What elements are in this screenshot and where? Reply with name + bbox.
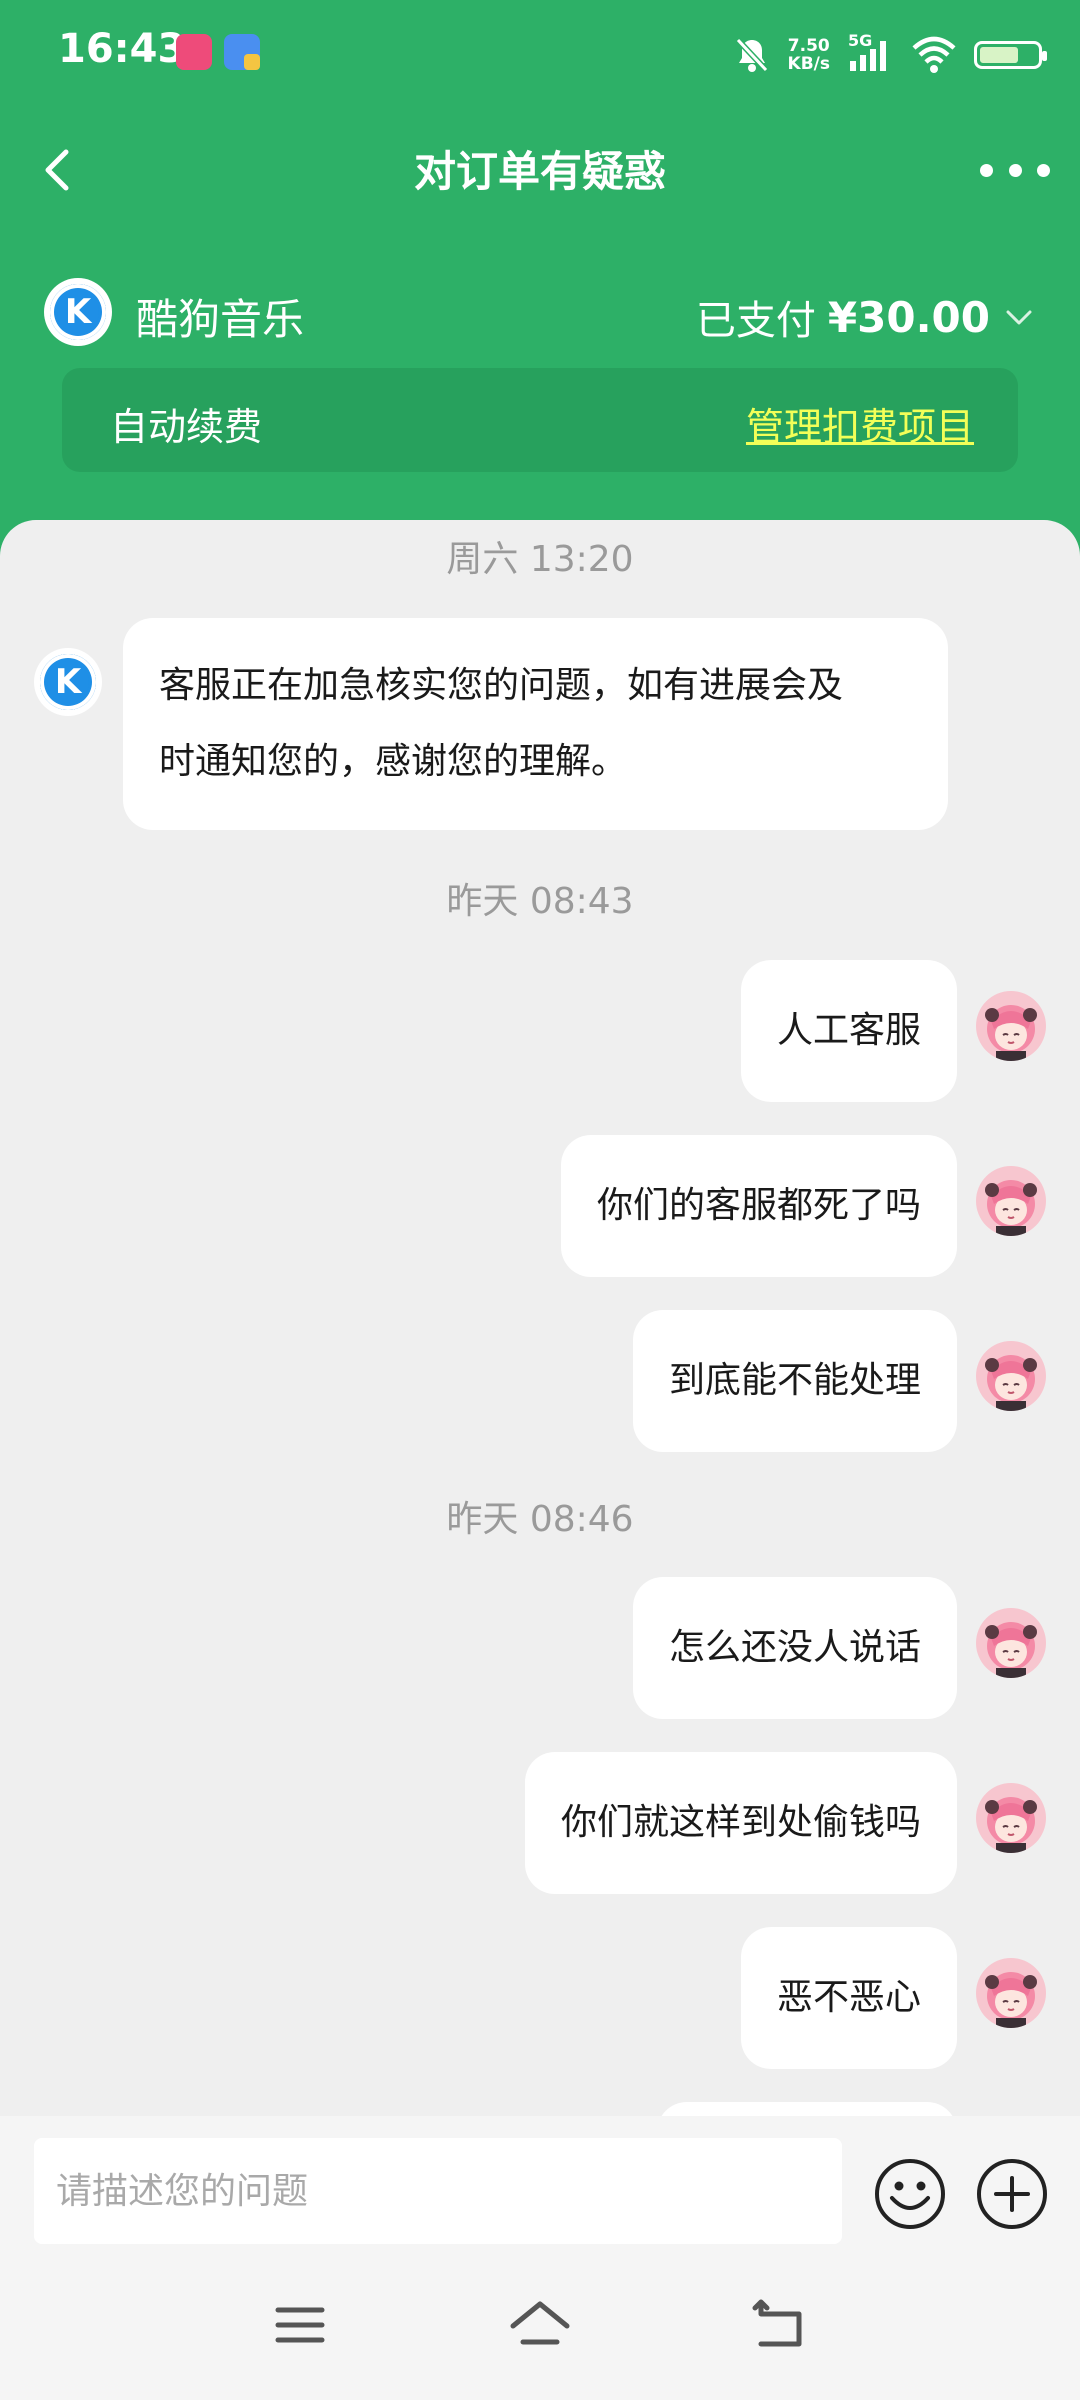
user-message-bubble: 人工客服 (740, 960, 957, 1102)
wifi-icon (912, 36, 956, 73)
app-notification-icon-pink (176, 34, 212, 70)
user-message-bubble: 怎么还没人说话 (632, 1577, 957, 1719)
system-nav-bar (0, 2250, 1080, 2400)
user-message-bubble: 你们就这样到处偷钱吗 (524, 1752, 957, 1894)
message-input[interactable] (34, 2138, 842, 2244)
menu-icon[interactable] (265, 2290, 335, 2360)
user-message-bubble: 到底能不能处理 (632, 1310, 957, 1452)
net-speed-value: 7.50 (787, 36, 830, 56)
bell-off-icon (735, 37, 768, 73)
auto-renew-card: 自动续费 管理扣费项目 (62, 368, 1018, 472)
manage-deductions-link[interactable]: 管理扣费项目 (746, 396, 974, 451)
user-avatar (976, 991, 1046, 1061)
merchant-logo: K (44, 278, 112, 346)
emoji-smile-icon[interactable] (872, 2156, 948, 2232)
service-message-bubble: 客服正在加急核实您的问题，如有进展会及 时通知您的，感谢您的理解。 (123, 618, 948, 830)
status-bar: 16:43 7.50 KB/s 5G (0, 0, 1080, 108)
home-icon[interactable] (505, 2290, 575, 2360)
paid-amount: ¥30.00 (827, 292, 990, 342)
timestamp: 昨天 08:43 (446, 881, 634, 922)
net-speed-unit: KB/s (787, 54, 830, 74)
battery-icon (974, 41, 1047, 69)
user-avatar (976, 1166, 1046, 1236)
user-avatar (976, 1958, 1046, 2028)
payment-status[interactable]: 已支付 ¥30.00 (696, 288, 1036, 346)
composer-bar (0, 2116, 1080, 2250)
plus-circle-icon[interactable] (974, 2156, 1050, 2232)
status-time: 16:43 (58, 26, 186, 72)
service-message-line: 客服正在加急核实您的问题，如有进展会及 (159, 665, 844, 706)
user-message-bubble: 恶不恶心 (740, 1927, 957, 2069)
timestamp: 周六 13:20 (446, 539, 634, 580)
more-dots-icon[interactable] (980, 150, 1050, 190)
chat-area[interactable]: 周六 13:20 K 客服正在加急核实您的问题，如有进展会及 时通知您的，感谢您… (0, 520, 1080, 2120)
app-notification-icon-blue (224, 34, 260, 70)
signal-icon: 5G (848, 31, 894, 75)
merchant-logo-letter: K (50, 284, 106, 340)
back-icon[interactable] (745, 2290, 815, 2360)
service-avatar: K (34, 648, 102, 716)
status-indicators: 7.50 KB/s 5G (734, 30, 1047, 80)
user-message-bubble: 你们的客服都死了吗 (560, 1135, 957, 1277)
merchant-name: 酷狗音乐 (136, 295, 305, 344)
user-avatar (976, 1608, 1046, 1678)
order-summary[interactable]: K 酷狗音乐 已支付 ¥30.00 (44, 278, 1036, 350)
page-title: 对订单有疑惑 (413, 147, 666, 196)
service-avatar-letter: K (40, 654, 96, 710)
net-speed: 7.50 KB/s (788, 37, 830, 73)
battery-level (980, 47, 1019, 63)
user-avatar (976, 1783, 1046, 1853)
auto-renew-label: 自动续费 (110, 405, 263, 449)
user-avatar (976, 1341, 1046, 1411)
service-message-line: 时通知您的，感谢您的理解。 (159, 741, 628, 782)
chevron-down-icon[interactable] (1002, 300, 1036, 334)
timestamp: 昨天 08:46 (446, 1499, 634, 1540)
paid-label: 已支付 (695, 298, 816, 344)
title-bar: 对订单有疑惑 (0, 120, 1080, 220)
